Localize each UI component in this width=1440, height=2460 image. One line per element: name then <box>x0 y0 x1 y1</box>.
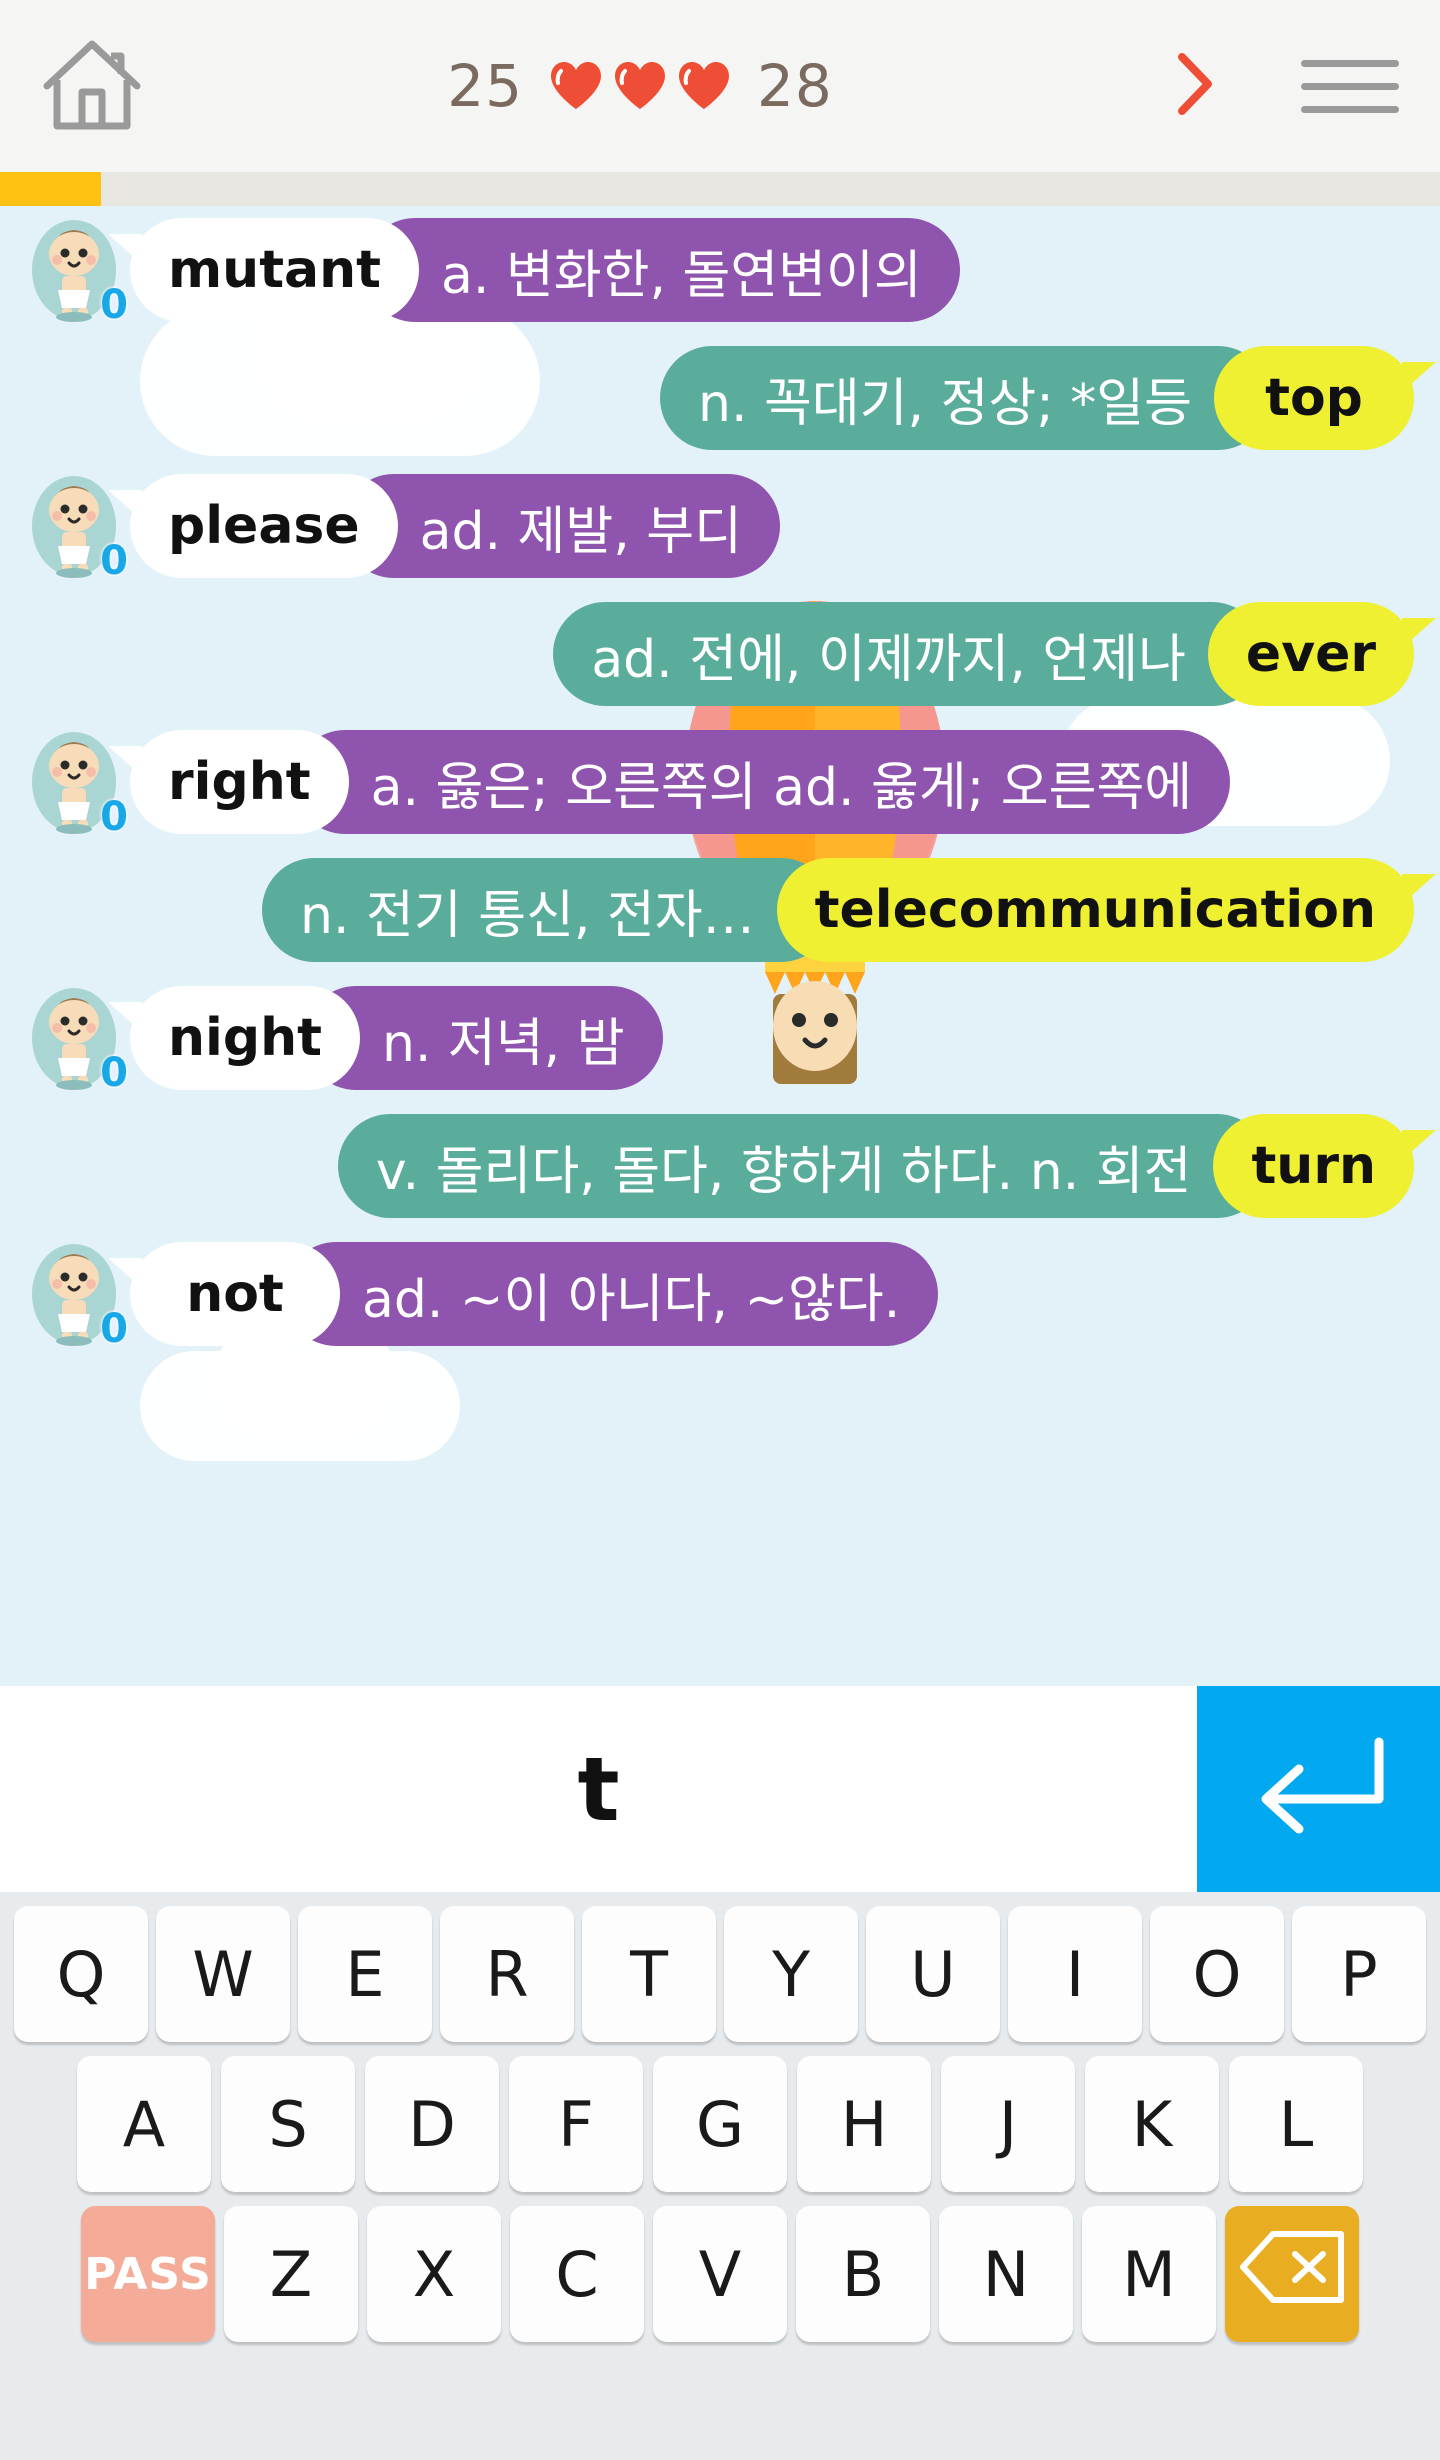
avatar-badge: 0 <box>100 1050 128 1096</box>
on-screen-keyboard: Q W E R T Y U I O P A S D F G H J K L PA… <box>0 1892 1440 2460</box>
definition-bubble: ad. ~이 아니다, ~않다. <box>284 1242 939 1346</box>
word-row[interactable]: v. 돌리다, 돌다, 향하게 하다. n. 회전 turn <box>0 1102 1440 1230</box>
word-row[interactable]: ad. 전에, 이제까지, 언제나 ever <box>0 590 1440 718</box>
home-icon <box>39 36 145 136</box>
backspace-key[interactable] <box>1225 2206 1359 2342</box>
word-bubble[interactable]: mutant <box>107 218 420 322</box>
key-e[interactable]: E <box>298 1906 432 2042</box>
word-bubble[interactable]: telecommunication <box>776 858 1437 962</box>
key-v[interactable]: V <box>653 2206 787 2342</box>
key-b[interactable]: B <box>796 2206 930 2342</box>
avatar-badge: 0 <box>100 794 128 840</box>
word-bubble[interactable]: please <box>108 474 398 578</box>
key-x[interactable]: X <box>367 2206 501 2342</box>
home-button[interactable] <box>0 0 150 172</box>
key-g[interactable]: G <box>653 2056 787 2192</box>
definition-bubble: v. 돌리다, 돌다, 향하게 하다. n. 회전 <box>337 1114 1270 1218</box>
definition-bubble: n. 꼭대기, 정상; *일등 <box>659 346 1270 450</box>
enter-return-icon <box>1244 1727 1394 1851</box>
key-h[interactable]: H <box>797 2056 931 2192</box>
key-u[interactable]: U <box>866 1906 1000 2042</box>
menu-button[interactable] <box>1260 0 1440 172</box>
baby-avatar: 0 <box>28 730 128 840</box>
key-o[interactable]: O <box>1150 1906 1284 2042</box>
word-row[interactable]: n. 꼭대기, 정상; *일등 top <box>0 334 1440 462</box>
progress-bar-fill <box>0 172 101 206</box>
definition-bubble: a. 변화한, 돌연변이의 <box>363 218 960 322</box>
avatar-badge: 0 <box>100 538 128 584</box>
next-button[interactable] <box>1130 0 1260 172</box>
typed-answer-text[interactable]: t <box>0 1686 1197 1892</box>
key-d[interactable]: D <box>365 2056 499 2192</box>
word-row[interactable]: 0 night n. 저녁, 밤 <box>0 974 1440 1102</box>
progress-bar-track <box>0 172 1440 206</box>
word-row[interactable]: 0 not ad. ~이 아니다, ~않다. <box>0 1230 1440 1358</box>
definition-bubble: a. 옳은; 오른쪽의 ad. 옳게; 오른쪽에 <box>292 730 1231 834</box>
pass-key[interactable]: PASS <box>81 2206 215 2342</box>
definition-bubble: n. 전기 통신, 전자… <box>262 858 833 962</box>
key-j[interactable]: J <box>941 2056 1075 2192</box>
word-bubble[interactable]: night <box>108 986 360 1090</box>
backspace-icon <box>1237 2228 1347 2321</box>
baby-avatar: 0 <box>28 986 128 1096</box>
key-p[interactable]: P <box>1292 1906 1426 2042</box>
key-l[interactable]: L <box>1229 2056 1363 2192</box>
definition-bubble: ad. 전에, 이제까지, 언제나 <box>553 602 1264 706</box>
word-row[interactable]: 0 right a. 옳은; 오른쪽의 ad. 옳게; 오른쪽에 <box>0 718 1440 846</box>
hamburger-menu-icon <box>1301 59 1399 113</box>
chevron-right-icon <box>1172 51 1218 121</box>
baby-avatar: 0 <box>28 474 128 584</box>
word-bubble[interactable]: ever <box>1207 602 1437 706</box>
score-right: 28 <box>757 52 833 120</box>
key-i[interactable]: I <box>1008 1906 1142 2042</box>
word-board: 0 mutant a. 변화한, 돌연변이의 n. 꼭대기, 정상; *일등 t… <box>0 206 1440 1686</box>
definition-bubble: ad. 제발, 부디 <box>341 474 780 578</box>
key-k[interactable]: K <box>1085 2056 1219 2192</box>
score-left: 25 <box>447 52 523 120</box>
top-header-bar: 25 28 <box>0 0 1440 172</box>
key-a[interactable]: A <box>77 2056 211 2192</box>
answer-input-bar: t <box>0 1686 1440 1892</box>
key-r[interactable]: R <box>440 1906 574 2042</box>
word-row[interactable]: 0 mutant a. 변화한, 돌연변이의 <box>0 206 1440 334</box>
key-y[interactable]: Y <box>724 1906 858 2042</box>
hearts-group <box>549 61 731 111</box>
key-q[interactable]: Q <box>14 1906 148 2042</box>
key-m[interactable]: M <box>1082 2206 1216 2342</box>
avatar-badge: 0 <box>100 1306 128 1352</box>
heart-icon <box>613 61 667 111</box>
app-root: 25 28 0 mutant a. 변화한, 돌연변이의 n. 꼭대기, 정상;… <box>0 0 1440 2460</box>
word-row[interactable]: n. 전기 통신, 전자… telecommunication <box>0 846 1440 974</box>
key-f[interactable]: F <box>509 2056 643 2192</box>
word-bubble[interactable]: not <box>108 1242 340 1346</box>
word-bubble[interactable]: turn <box>1213 1114 1436 1218</box>
baby-avatar: 0 <box>28 1242 128 1352</box>
keyboard-row-3: PASS Z X C V B N M <box>0 2206 1440 2342</box>
header-score-group: 25 28 <box>150 52 1130 120</box>
key-n[interactable]: N <box>939 2206 1073 2342</box>
key-s[interactable]: S <box>221 2056 355 2192</box>
word-row[interactable]: 0 please ad. 제발, 부디 <box>0 462 1440 590</box>
word-bubble[interactable]: top <box>1214 346 1436 450</box>
avatar-badge: 0 <box>100 282 128 328</box>
keyboard-row-2: A S D F G H J K L <box>0 2056 1440 2192</box>
baby-avatar: 0 <box>28 218 128 328</box>
keyboard-row-1: Q W E R T Y U I O P <box>0 1906 1440 2042</box>
key-z[interactable]: Z <box>224 2206 358 2342</box>
key-w[interactable]: W <box>156 1906 290 2042</box>
heart-icon <box>677 61 731 111</box>
enter-button[interactable] <box>1197 1686 1440 1892</box>
key-c[interactable]: C <box>510 2206 644 2342</box>
key-t[interactable]: T <box>582 1906 716 2042</box>
word-bubble[interactable]: right <box>108 730 349 834</box>
heart-icon <box>549 61 603 111</box>
